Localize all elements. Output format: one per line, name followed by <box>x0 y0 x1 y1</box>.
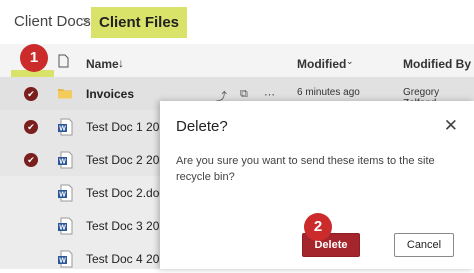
svg-text:W: W <box>59 126 66 133</box>
selected-check-icon[interactable]: ✔ <box>24 120 38 134</box>
delete-dialog: Delete? ✕ Are you sure you want to send … <box>160 101 474 269</box>
svg-text:W: W <box>59 258 66 265</box>
folder-icon <box>57 85 73 103</box>
dialog-title: Delete? <box>176 118 228 135</box>
sort-down-icon[interactable]: ↓ <box>118 56 124 70</box>
selected-check-icon[interactable]: ✔ <box>24 153 38 167</box>
svg-text:W: W <box>59 192 66 199</box>
modified-column-header[interactable]: Modified <box>297 57 346 71</box>
step-badge-2: 2 <box>304 213 332 241</box>
word-doc-icon: W <box>57 184 73 202</box>
list-header: Name ↓ Modified ⌄ Modified By <box>0 44 474 81</box>
file-type-icon[interactable] <box>58 54 69 71</box>
svg-text:W: W <box>59 225 66 232</box>
more-options-icon[interactable]: ⋯ <box>264 88 275 101</box>
selected-check-icon[interactable]: ✔ <box>24 87 38 101</box>
dialog-message: Are you sure you want to send these item… <box>176 155 435 183</box>
step-badge-1: 1 <box>20 44 48 72</box>
word-doc-icon: W <box>57 118 73 136</box>
word-doc-icon: W <box>57 217 73 235</box>
word-doc-icon: W <box>57 151 73 169</box>
copy-link-icon[interactable]: ⧉ <box>240 88 248 101</box>
modified-value: 6 minutes ago <box>297 87 360 98</box>
close-icon[interactable]: ✕ <box>444 116 458 136</box>
breadcrumb-parent[interactable]: Client Docs <box>14 13 91 30</box>
breadcrumb: Client Docs > Client Files <box>0 0 474 44</box>
modified-by-column-header[interactable]: Modified By <box>403 57 471 71</box>
breadcrumb-separator: > <box>82 13 91 29</box>
file-name[interactable]: Test Doc 2.docx <box>86 186 171 200</box>
cancel-button[interactable]: Cancel <box>394 233 454 257</box>
breadcrumb-current: Client Files <box>91 7 188 38</box>
word-doc-icon: W <box>57 250 73 268</box>
svg-text:W: W <box>59 159 66 166</box>
name-column-header[interactable]: Name <box>86 57 119 71</box>
chevron-down-icon[interactable]: ⌄ <box>346 56 354 67</box>
file-name[interactable]: Invoices <box>86 87 134 101</box>
